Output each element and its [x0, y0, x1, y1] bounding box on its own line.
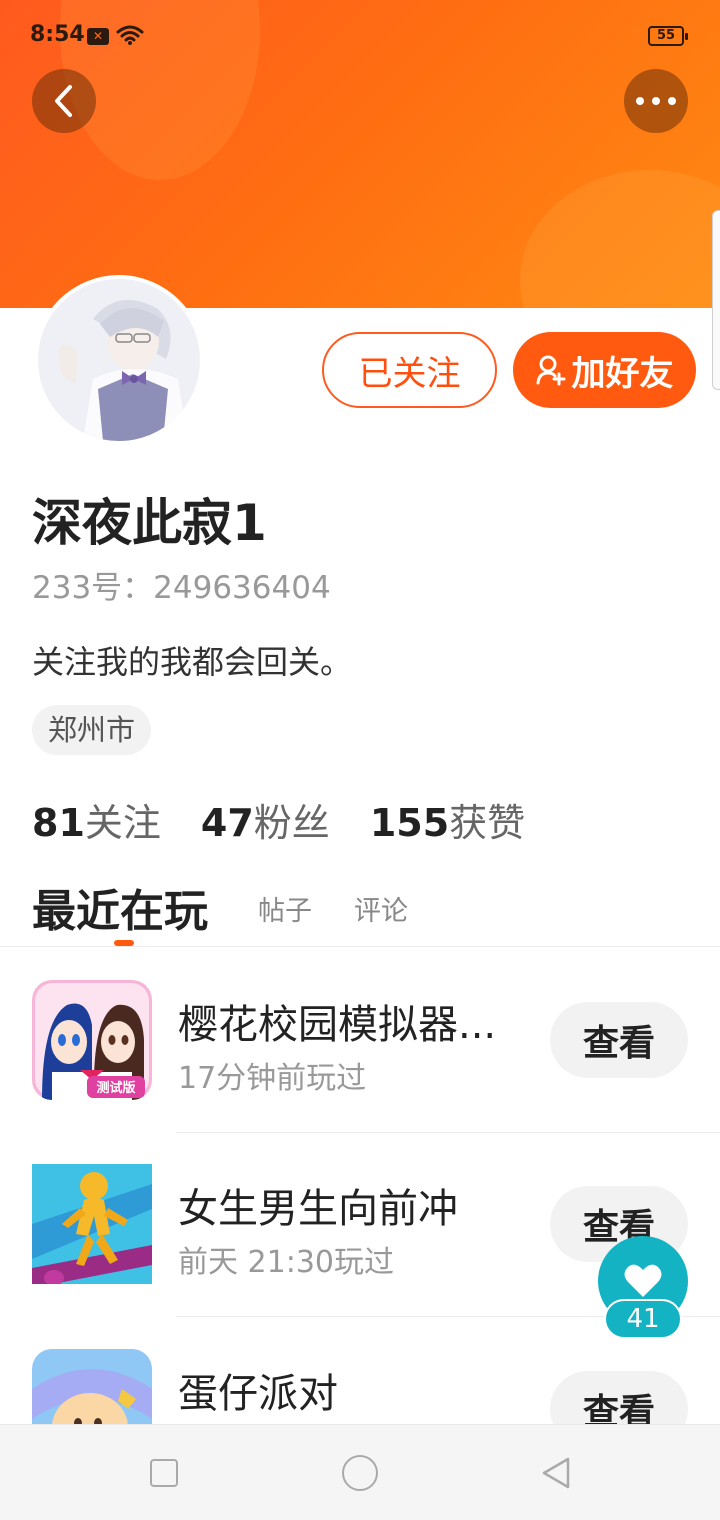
- stat-number: 47: [200, 801, 254, 845]
- game-badge: 测试版: [96, 1080, 135, 1096]
- more-button[interactable]: [624, 69, 688, 133]
- game-icon: 测试版: [32, 980, 152, 1100]
- game-played-time: 17分钟前玩过: [178, 1061, 367, 1096]
- stat-label: 关注: [84, 801, 161, 845]
- stat-following[interactable]: 81关注: [32, 792, 161, 847]
- divider: [0, 946, 720, 947]
- chevron-left-icon: [55, 85, 72, 117]
- tab-posts[interactable]: 帖子: [258, 889, 312, 928]
- home-icon[interactable]: [342, 1455, 378, 1491]
- cover-decoration: [520, 170, 720, 308]
- bio: 关注我的我都会回关。: [32, 643, 353, 681]
- battery-icon: 55: [648, 26, 688, 46]
- stat-label: 粉丝: [253, 801, 330, 845]
- recent-apps-icon[interactable]: [150, 1459, 178, 1487]
- heart-icon: [624, 1264, 662, 1297]
- user-id: 233号：249636404: [32, 570, 331, 606]
- back-icon[interactable]: [538, 1455, 574, 1491]
- view-button[interactable]: 查看: [550, 1002, 688, 1078]
- status-time: 8:54: [30, 22, 85, 47]
- stat-number: 155: [369, 801, 450, 845]
- stats-row: 81关注 47粉丝 155获赞: [32, 792, 525, 847]
- system-nav-bar: [0, 1424, 720, 1520]
- more-dots-icon: [636, 97, 676, 105]
- notification-icon: ✕: [87, 28, 109, 45]
- follow-button[interactable]: 已关注: [322, 332, 497, 408]
- add-friend-label: 加好友: [571, 353, 674, 394]
- stat-fans[interactable]: 47粉丝: [201, 792, 330, 847]
- like-count: 41: [604, 1299, 682, 1339]
- add-friend-button[interactable]: 加好友: [513, 332, 696, 408]
- back-button[interactable]: [32, 69, 96, 133]
- username: 深夜此寂1: [32, 494, 267, 552]
- avatar-image: [38, 279, 200, 441]
- add-user-icon: [536, 355, 565, 386]
- stat-label: 获赞: [449, 801, 526, 845]
- tab-recently-played[interactable]: 最近在玩: [32, 875, 208, 939]
- status-bar: 8:54 ✕ 55: [0, 0, 720, 72]
- game-title: 蛋仔派对: [178, 1371, 338, 1417]
- game-played-time: 前天 21:30玩过: [178, 1245, 394, 1280]
- game-title: 女生男生向前冲: [178, 1186, 458, 1232]
- game-title: 樱花校园模拟器...: [178, 1002, 497, 1048]
- divider: [176, 1132, 720, 1133]
- tab-comments[interactable]: 评论: [354, 889, 408, 928]
- list-item[interactable]: 测试版 樱花校园模拟器... 17分钟前玩过 查看: [0, 980, 720, 1165]
- wifi-icon: [116, 25, 144, 45]
- avatar[interactable]: [34, 275, 204, 445]
- game-icon: [32, 1164, 152, 1284]
- stat-number: 81: [32, 801, 85, 845]
- stat-likes[interactable]: 155获赞: [370, 792, 525, 847]
- location-tag: 郑州市: [32, 705, 152, 755]
- scroll-edge-handle[interactable]: [712, 210, 720, 390]
- floating-like-button[interactable]: 41: [598, 1236, 688, 1341]
